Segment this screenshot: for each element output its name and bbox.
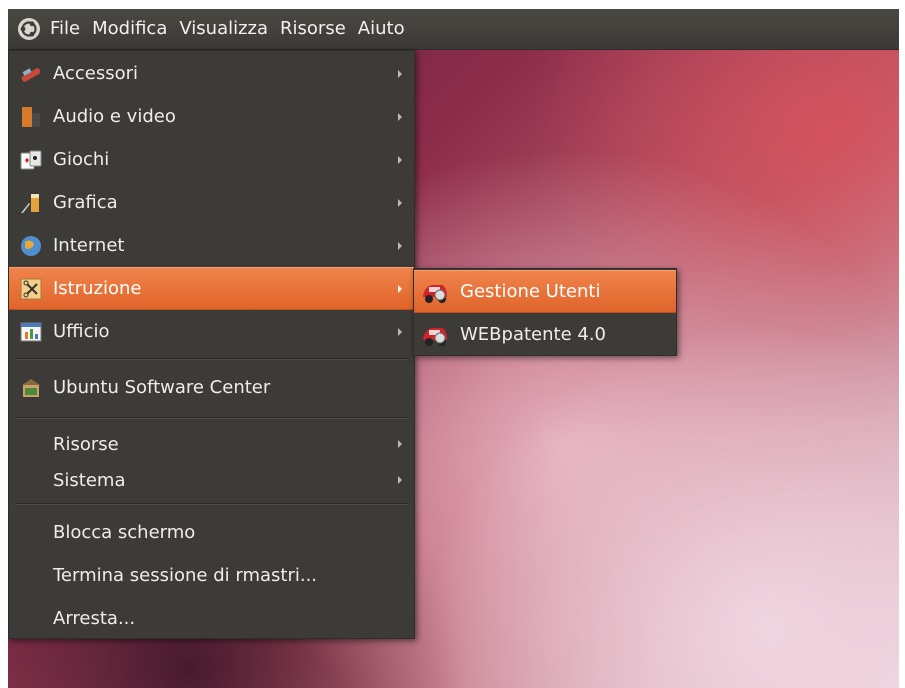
istruzione-submenu: Gestione Utenti WEBpatente 4.0	[413, 268, 677, 356]
menu-item-giochi[interactable]: Giochi	[9, 138, 414, 181]
multimedia-icon	[19, 105, 43, 129]
submenu-arrow-icon	[398, 241, 402, 250]
menu-item-risorse[interactable]: Risorse	[9, 426, 414, 462]
webpatente-car-icon	[420, 277, 450, 307]
menu-item-label: Accessori	[53, 63, 139, 84]
menu-item-label: Istruzione	[53, 278, 142, 299]
menu-item-sistema[interactable]: Sistema	[9, 462, 414, 498]
menu-item-label: Risorse	[53, 433, 119, 455]
menu-file[interactable]: File	[44, 9, 86, 49]
webpatente-car-icon	[420, 320, 450, 350]
submenu-item-label: Gestione Utenti	[460, 281, 601, 302]
menu-item-label: Arresta...	[53, 608, 136, 629]
menu-separator	[15, 417, 408, 419]
menu-modifica[interactable]: Modifica	[86, 9, 173, 49]
menu-visualizza[interactable]: Visualizza	[173, 9, 274, 49]
menu-separator	[15, 358, 408, 360]
menu-item-ufficio[interactable]: Ufficio	[9, 310, 414, 353]
submenu-item-label: WEBpatente 4.0	[460, 324, 606, 345]
submenu-arrow-icon	[398, 284, 402, 293]
menu-item-arresta[interactable]: Arresta...	[9, 597, 414, 640]
menu-item-istruzione[interactable]: Istruzione	[9, 267, 414, 310]
menu-item-grafica[interactable]: Grafica	[9, 181, 414, 224]
graphics-icon	[19, 191, 43, 215]
internet-globe-icon	[19, 234, 43, 258]
menu-item-accessori[interactable]: Accessori	[9, 52, 414, 95]
menu-item-audio-video[interactable]: Audio e video	[9, 95, 414, 138]
applications-menu: Accessori Audio e video Giochi Grafica I…	[8, 50, 415, 639]
menu-item-termina-sessione[interactable]: Termina sessione di rmastri...	[9, 554, 414, 597]
menu-item-label: Termina sessione di rmastri...	[53, 565, 318, 586]
submenu-arrow-icon	[398, 327, 402, 336]
menu-item-ubuntu-software-center[interactable]: Ubuntu Software Center	[9, 366, 414, 409]
top-panel: File Modifica Visualizza Risorse Aiuto	[8, 9, 899, 50]
menu-item-label: Giochi	[53, 149, 110, 170]
submenu-arrow-icon	[398, 198, 402, 207]
menu-item-internet[interactable]: Internet	[9, 224, 414, 267]
education-icon	[19, 277, 43, 301]
menu-risorse[interactable]: Risorse	[274, 9, 352, 49]
menu-aiuto[interactable]: Aiuto	[352, 9, 411, 49]
menu-item-label: Audio e video	[53, 106, 176, 127]
submenu-arrow-icon	[398, 155, 402, 164]
submenu-arrow-icon	[398, 440, 402, 448]
submenu-item-gestione-utenti[interactable]: Gestione Utenti	[414, 270, 676, 313]
menu-item-label: Sistema	[53, 469, 126, 491]
office-icon	[19, 320, 43, 344]
menu-item-label: Ubuntu Software Center	[53, 377, 271, 398]
menu-item-label: Grafica	[53, 192, 118, 213]
menu-item-blocca-schermo[interactable]: Blocca schermo	[9, 511, 414, 554]
games-icon	[19, 148, 43, 172]
desktop-background: File Modifica Visualizza Risorse Aiuto A…	[8, 9, 899, 688]
menu-item-label: Blocca schermo	[53, 522, 196, 543]
menu-separator	[15, 503, 408, 505]
software-center-icon	[19, 376, 43, 400]
menu-item-label: Internet	[53, 235, 125, 256]
submenu-arrow-icon	[398, 69, 402, 78]
submenu-arrow-icon	[398, 112, 402, 121]
submenu-arrow-icon	[398, 476, 402, 484]
accessories-icon	[19, 62, 43, 86]
menu-item-label: Ufficio	[53, 321, 110, 342]
ubuntu-logo-icon[interactable]	[14, 14, 44, 44]
submenu-item-webpatente[interactable]: WEBpatente 4.0	[414, 313, 676, 356]
